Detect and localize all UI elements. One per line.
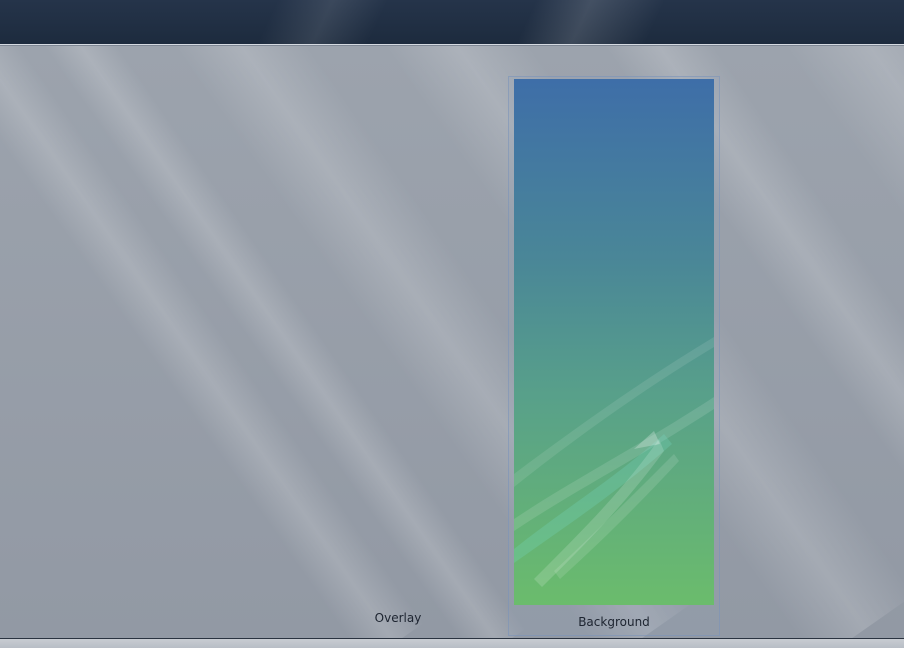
wallpaper-swoosh [514,337,714,587]
background-thumbnail [514,79,714,605]
workspace: Overlay Background [0,46,904,638]
title-bar [0,0,904,46]
background-tile[interactable]: Background [508,76,720,636]
bottom-bar [0,638,904,648]
background-label: Background [578,615,650,629]
overlay-label: Overlay [374,611,422,625]
overlay-tile[interactable]: Overlay [298,78,498,638]
